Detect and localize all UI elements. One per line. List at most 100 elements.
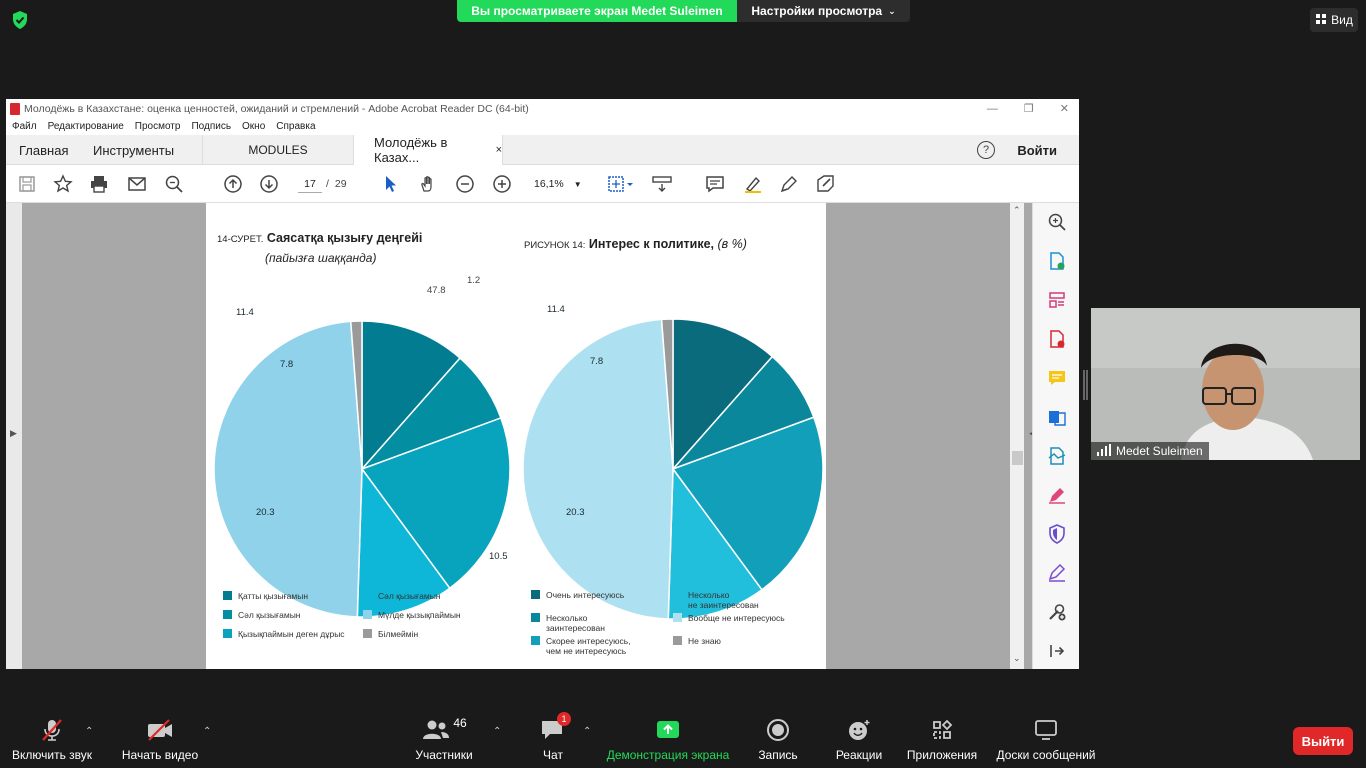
apps-button[interactable]: Приложения	[904, 708, 980, 768]
kz-legend-swatch	[363, 610, 372, 619]
menu-help[interactable]: Справка	[276, 121, 315, 132]
fit-page-icon[interactable]	[606, 174, 636, 194]
scrollbar-thumb[interactable]	[1012, 451, 1023, 465]
ru-legend-label: Несколько не заинтересован	[688, 590, 759, 610]
highlight-pen-icon[interactable]	[743, 174, 763, 194]
comment-icon[interactable]	[705, 174, 725, 194]
chevron-right-icon[interactable]: ▶	[10, 428, 17, 439]
signal-strength-icon	[1097, 443, 1111, 459]
edit-pdf-icon[interactable]	[1046, 406, 1068, 428]
save-icon[interactable]	[17, 174, 37, 194]
tab-home[interactable]: Главная	[19, 135, 68, 165]
chat-label: Чат	[543, 748, 563, 762]
protect-shield-icon[interactable]	[1046, 523, 1068, 545]
chat-caret-icon[interactable]: ⌃	[583, 726, 591, 737]
fill-sign-icon[interactable]	[816, 174, 836, 194]
ru-legend-swatch	[673, 590, 682, 599]
close-window-icon[interactable]: ✕	[1060, 102, 1069, 115]
print-icon[interactable]	[89, 174, 109, 194]
create-pdf-icon[interactable]	[1046, 328, 1068, 350]
export-pdf-icon[interactable]	[1046, 250, 1068, 272]
menu-window[interactable]: Окно	[242, 121, 265, 132]
tab-tools[interactable]: Инструменты	[93, 135, 174, 165]
participant-name-label: Medet Suleimen	[1091, 442, 1209, 460]
pie-1-label-1: 7.8	[590, 356, 603, 367]
pie-1-label-0: 11.4	[547, 304, 565, 315]
sign-pen-icon[interactable]	[1046, 484, 1068, 506]
share-screen-label: Демонстрация экрана	[606, 748, 730, 762]
left-nav-strip[interactable]: ▶	[6, 203, 22, 669]
zoom-in-icon[interactable]	[492, 174, 512, 194]
vertical-scrollbar[interactable]: ⌃ ⌄	[1010, 203, 1024, 669]
view-options-button[interactable]: Настройки просмотра ⌄	[737, 0, 910, 22]
fill-sign-tool-icon[interactable]	[1046, 562, 1068, 584]
menu-view[interactable]: Просмотр	[135, 121, 181, 132]
bookmark-star-icon[interactable]	[53, 174, 73, 194]
select-cursor-icon[interactable]	[381, 174, 401, 194]
minimize-icon[interactable]: —	[987, 103, 998, 115]
record-button[interactable]: Запись	[754, 708, 802, 768]
whiteboards-button[interactable]: Доски сообщений	[993, 708, 1099, 768]
sign-in-button[interactable]: Войти	[1017, 135, 1057, 165]
draw-pen-icon[interactable]	[779, 174, 799, 194]
page-number-input[interactable]: 17	[298, 175, 322, 193]
pie-0-label-1: 7.8	[280, 359, 293, 370]
view-button[interactable]: Вид	[1310, 8, 1358, 32]
audio-options-caret-icon[interactable]: ⌃	[85, 726, 93, 737]
restore-icon[interactable]: ❐	[1024, 102, 1034, 115]
participants-caret-icon[interactable]: ⌃	[493, 726, 501, 737]
scroll-down-icon[interactable]: ⌄	[1013, 653, 1021, 664]
ru-legend-item-4: Скорее интересуюсь, чем не интересуюсь	[531, 636, 631, 656]
email-icon[interactable]	[127, 174, 147, 194]
search-zoom-icon[interactable]	[1046, 211, 1068, 233]
page-up-icon[interactable]	[223, 174, 243, 194]
ru-legend-item-0: Очень интересуюсь	[531, 590, 624, 600]
scroll-mode-icon[interactable]	[651, 174, 673, 194]
send-for-review-icon[interactable]	[1046, 445, 1068, 467]
help-icon[interactable]: ?	[977, 141, 995, 159]
menu-edit[interactable]: Редактирование	[48, 121, 124, 132]
document-viewer[interactable]: ▶ 14-СУРЕТ. Саясатқа қызығу деңгейі (пай…	[6, 203, 1079, 669]
pie-1-label-5: 1.2	[467, 275, 480, 286]
kz-legend-item-2: Сәл қызығамын	[223, 610, 301, 620]
reactions-button[interactable]: Реакции	[832, 708, 886, 768]
expand-panel-icon[interactable]	[1046, 640, 1068, 662]
tab-document[interactable]: Молодёжь в Казах... ×	[353, 135, 503, 165]
chat-icon: 1	[540, 712, 571, 744]
panel-splitter-handle[interactable]	[1083, 370, 1088, 400]
window-title: Молодёжь в Казахстане: оценка ценностей,…	[24, 102, 529, 115]
participants-button[interactable]: 46 Участники	[412, 708, 476, 768]
tab-close-icon[interactable]: ×	[496, 144, 502, 156]
zoom-level-select[interactable]: 16,1% ▼	[534, 175, 584, 193]
more-tools-icon[interactable]	[1046, 601, 1068, 623]
find-magnifier-icon[interactable]	[164, 174, 184, 194]
kz-legend-label: Сәл қызығамын	[238, 610, 301, 620]
video-options-caret-icon[interactable]: ⌃	[203, 726, 211, 737]
unmute-button[interactable]: Включить звук	[10, 708, 94, 768]
menu-file[interactable]: Файл	[12, 121, 37, 132]
share-screen-button[interactable]: Демонстрация экрана	[605, 708, 731, 768]
kz-legend-label: Мүлде қызықпаймын	[378, 610, 461, 620]
leave-meeting-button[interactable]: Выйти	[1293, 727, 1353, 755]
security-shield-icon[interactable]	[10, 10, 30, 30]
participant-video[interactable]: Medet Suleimen	[1091, 308, 1360, 460]
tab-modules[interactable]: MODULES	[202, 135, 353, 165]
scroll-up-icon[interactable]: ⌃	[1013, 205, 1021, 216]
ru-legend-item-2: Несколько заинтересован	[531, 613, 605, 633]
chevron-down-icon: ▼	[573, 179, 582, 189]
video-off-icon	[146, 716, 174, 744]
zoom-out-icon[interactable]	[455, 174, 475, 194]
participants-count: 46	[453, 716, 467, 730]
tab-bar: Главная Инструменты MODULES Молодёжь в К…	[6, 135, 1079, 165]
menu-sign[interactable]: Подпись	[191, 121, 231, 132]
page-down-icon[interactable]	[259, 174, 279, 194]
start-video-button[interactable]: Начать видео	[120, 708, 200, 768]
chevron-down-icon: ⌄	[888, 5, 896, 16]
page-count: / 29	[326, 175, 347, 193]
organize-pages-icon[interactable]	[1046, 289, 1068, 311]
pie-0-label-2: 20.3	[256, 507, 275, 518]
hand-tool-icon[interactable]	[418, 174, 438, 194]
comment-tool-icon[interactable]	[1046, 367, 1068, 389]
chat-button[interactable]: 1 Чат	[530, 708, 576, 768]
kz-legend-label: Қызықпаймын деген дұрыс	[238, 629, 345, 639]
